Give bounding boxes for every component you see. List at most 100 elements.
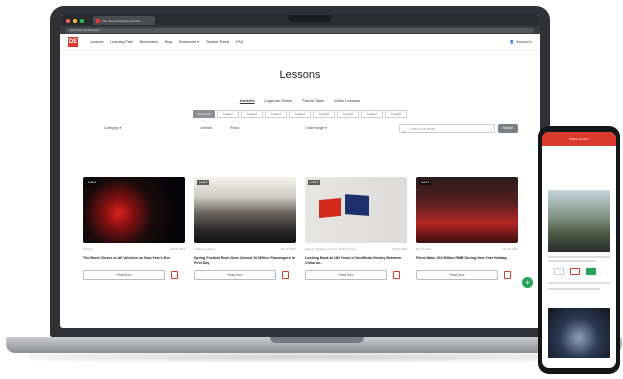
camera-notch [288, 15, 332, 22]
lesson-card[interactable]: Level 4 Pop Culture 02.02.2024 Films Make… [416, 177, 518, 280]
lesson-cards: Level 3 Society 02.02.2024 The Bund Close… [83, 177, 518, 280]
phone-frame: Article Content [538, 126, 620, 374]
level-3[interactable]: Level 3 [265, 110, 287, 118]
lesson-card[interactable]: Level 4 Culture & Travel 02.02.2024 Sprin… [194, 177, 296, 280]
maximize-window-icon[interactable] [80, 18, 84, 23]
level-badge: Level 3 [86, 180, 99, 185]
card-date: 02.02.2024 [169, 247, 185, 251]
card-date: 02.02.2024 [391, 247, 407, 251]
level-4[interactable]: Level 4 [289, 110, 311, 118]
bookmark-icon[interactable] [171, 271, 178, 279]
phone-caption-line [548, 260, 596, 262]
read-filter[interactable]: Read [230, 126, 239, 130]
lesson-card[interactable]: Level 3 Society 02.02.2024 The Bund Close… [83, 177, 185, 280]
search-button[interactable]: Search [498, 124, 518, 133]
phone-second-image [548, 308, 610, 358]
minimize-window-icon[interactable] [73, 18, 77, 23]
read-now-button[interactable]: Read Now [83, 270, 165, 280]
category-dropdown[interactable]: Category ▾ [104, 126, 121, 130]
phone-caption-line [548, 256, 610, 258]
card-category: Society [83, 247, 93, 251]
phone-header: Article Content [542, 132, 616, 146]
lesson-thumbnail[interactable]: Level 4 [416, 177, 518, 243]
phone-text-line [548, 288, 600, 290]
laptop-screen: The Sound Chinese Lessons thechairs.com/… [60, 15, 540, 328]
filters-row: Category ▾ Unread Read Date range ▾ ⌕ Se… [60, 124, 540, 136]
nav-item-learning-path[interactable]: Learning Path [110, 40, 132, 44]
bookmark-icon[interactable] [393, 271, 400, 279]
lesson-card[interactable]: Level 5 History, Strategic Issues, Globa… [305, 177, 407, 280]
card-title[interactable]: Films Make 164 Billion RMB During New Ye… [416, 256, 518, 266]
card-title[interactable]: Looking Back at 180 Years of Unofficial … [305, 256, 407, 266]
phone-header-title: Article Content [569, 137, 589, 141]
browser-urlbar: thechairs.com/lessons [60, 26, 540, 34]
level-filter: All Levels Level 1 Level 2 Level 3 Level… [60, 110, 540, 118]
level-all[interactable]: All Levels [193, 110, 215, 118]
level-5[interactable]: Level 5 [313, 110, 335, 118]
phone-screen: Article Content [542, 132, 616, 368]
level-8[interactable]: Level 8 [385, 110, 407, 118]
level-6[interactable]: Level 6 [337, 110, 359, 118]
account-label: Account ▾ [516, 40, 532, 44]
search-icon: ⌕ [403, 129, 406, 134]
nav-item-faq[interactable]: FAQ [236, 40, 243, 44]
new-zealand-flag-icon [345, 194, 369, 216]
china-flag-icon [319, 197, 341, 219]
level-7[interactable]: Level 7 [361, 110, 383, 118]
tab-legends-series[interactable]: Legends Series [265, 98, 293, 103]
card-category: History, Strategic Issues, Global Times [305, 247, 357, 251]
read-now-button[interactable]: Read Now [194, 270, 276, 280]
tab-articles[interactable]: Articles [240, 98, 255, 103]
laptop-lip [270, 337, 364, 343]
tab-panda-talks[interactable]: Panda Talks [302, 98, 324, 103]
card-category: Pop Culture [416, 247, 432, 251]
level-2[interactable]: Level 2 [241, 110, 263, 118]
card-category: Culture & Travel [194, 247, 216, 251]
tab-video-lessons[interactable]: Video Lessons [334, 98, 360, 103]
search-input[interactable]: ⌕ Search our library [399, 124, 495, 134]
favicon-icon [96, 18, 100, 23]
read-now-button[interactable]: Read Now [305, 270, 387, 280]
add-button[interactable]: + [522, 277, 533, 288]
level-badge: Level 4 [419, 180, 432, 185]
level-badge: Level 4 [197, 180, 210, 185]
unread-filter[interactable]: Unread [200, 126, 212, 130]
account-menu[interactable]: 👤 Account ▾ [510, 40, 532, 44]
content-type-tabs: Articles Legends Series Panda Talks Vide… [60, 98, 540, 103]
lesson-thumbnail[interactable]: Level 3 [83, 177, 185, 243]
browser-tab[interactable]: The Sound Chinese Lessons [93, 16, 155, 25]
phone-action-buttons [554, 268, 596, 275]
bookmark-icon[interactable] [504, 271, 511, 279]
nav-item-resources[interactable]: Resources ▾ [179, 40, 199, 44]
phone-article-image [548, 190, 610, 252]
laptop-frame: The Sound Chinese Lessons thechairs.com/… [50, 6, 550, 338]
phone-action-button[interactable] [586, 268, 596, 275]
nav-item-blog[interactable]: Blog [165, 40, 172, 44]
read-now-button[interactable]: Read Now [416, 270, 498, 280]
phone-action-button[interactable] [554, 268, 564, 275]
lesson-thumbnail[interactable]: Level 5 [305, 177, 407, 243]
device-shadow [30, 352, 590, 362]
nav-item-lessons[interactable]: Lessons [90, 40, 103, 44]
nav-item-teacher-portal[interactable]: Teacher Portal [206, 40, 229, 44]
level-badge: Level 5 [308, 180, 321, 185]
close-window-icon[interactable] [66, 18, 70, 23]
card-title[interactable]: The Bund Closes to All Vehicles on New Y… [83, 256, 185, 266]
site-navbar: DE Lessons Learning Path Bookmarks Blog … [60, 34, 540, 51]
nav-item-bookmarks[interactable]: Bookmarks [140, 40, 158, 44]
search-placeholder: Search our library [410, 127, 436, 131]
site-logo[interactable]: DE [68, 37, 78, 47]
user-icon: 👤 [509, 40, 515, 44]
card-date: 02.02.2024 [502, 247, 518, 251]
level-1[interactable]: Level 1 [217, 110, 239, 118]
browser-tab-title: The Sound Chinese Lessons [102, 18, 141, 23]
page-title: Lessons [279, 69, 321, 81]
url-field[interactable]: thechairs.com/lessons [66, 27, 534, 33]
bookmark-icon[interactable] [282, 271, 289, 279]
card-title[interactable]: Spring Festival Rush Sees Almost 10 Mill… [194, 256, 296, 266]
card-date: 02.02.2024 [280, 247, 296, 251]
date-range-dropdown[interactable]: Date range ▾ [306, 126, 327, 130]
phone-text-line [548, 282, 610, 284]
phone-action-button[interactable] [570, 268, 580, 275]
lesson-thumbnail[interactable]: Level 4 [194, 177, 296, 243]
